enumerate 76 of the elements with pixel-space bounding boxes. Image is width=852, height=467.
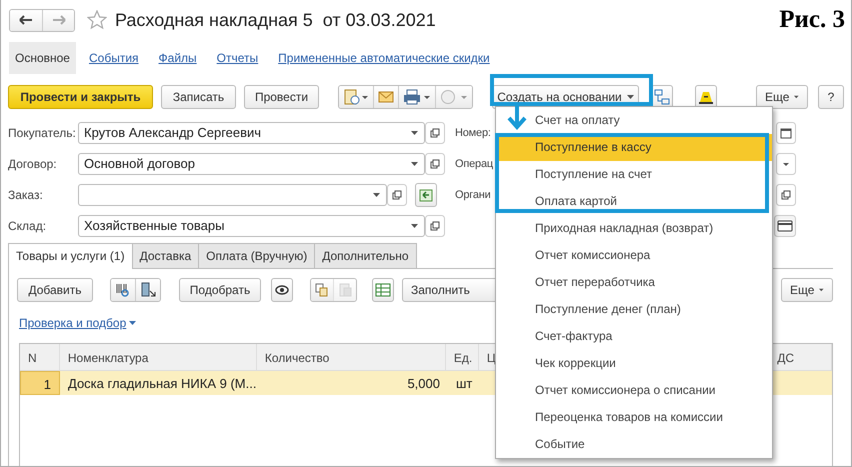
select-field[interactable] [78,184,387,206]
field-label: Заказ: [8,188,44,202]
menu-item[interactable]: Переоценка товаров на комиссии [496,404,772,431]
field-label: Договор: [8,156,58,170]
field-label: Склад: [8,218,48,232]
email-icon[interactable] [373,86,398,108]
eye-icon[interactable] [271,278,293,302]
menu-item[interactable]: Счет-фактура [496,323,772,350]
caret-icon[interactable] [411,162,418,166]
open-icon[interactable] [776,184,796,206]
tab[interactable]: Оплата (Вручную) [198,243,316,268]
select-field[interactable]: Основной договор [78,152,425,174]
select-field[interactable]: Хозяйственные товары [78,214,425,236]
back-arrow-icon [19,15,33,25]
section-tab[interactable]: Основное [9,42,76,74]
column-header[interactable]: Количество [256,344,446,370]
caret-icon [626,95,634,99]
caret-icon[interactable] [373,192,380,196]
table-cell-text: 5,000 [406,375,441,393]
field-label: Операц [455,158,493,170]
tab[interactable]: Доставка [132,243,200,268]
window-title: Расходная накладная 5 от 03.03.2021 [115,10,436,30]
field-label: Покупатель: [8,126,77,140]
back-button[interactable] [10,10,42,30]
section-tab[interactable]: Примененные автоматические скидки [275,42,493,74]
table-cell-text: шт [455,375,474,393]
open-icon[interactable] [425,214,445,236]
menu-item[interactable]: Оплата картой [496,188,772,215]
column-header[interactable]: N [20,344,60,370]
copy-icon[interactable] [311,279,333,301]
open-icon[interactable] [425,152,445,174]
help-button[interactable]: ? [818,85,844,109]
field-label: Номер: [455,126,491,138]
more-button[interactable]: Еще [756,85,808,109]
menu-item[interactable]: Событие [496,431,772,458]
section-tab[interactable]: Отчеты [214,42,262,74]
menu-item[interactable]: Счет на оплату [496,107,772,134]
menu-item[interactable]: Поступление на счет [496,161,772,188]
table-icon[interactable] [372,278,394,302]
save-button[interactable]: Записать [161,85,236,109]
down-arrow-icon [507,104,527,130]
pick-button[interactable]: Подобрать [179,278,261,302]
select-field[interactable]: Крутов Александр Сергеевич [78,122,425,144]
column-header[interactable]: Номенклатура [60,344,257,370]
table-cell-text: Доска гладильная НИКА 9 (М... [67,375,258,393]
document-dropdown-button[interactable] [339,86,373,108]
star-icon[interactable] [87,10,107,30]
post-and-close-button[interactable]: Провести и закрыть [8,85,153,109]
barcode-search-icon[interactable] [111,279,135,301]
figure-label: Рис. 3 [779,6,845,34]
post-button[interactable]: Провести [244,85,319,109]
calendar-icon[interactable] [776,122,796,144]
print-dropdown-button[interactable] [398,86,435,108]
table-cell: 1 [20,371,60,395]
fill-from-icon[interactable] [415,182,437,206]
menu-item[interactable]: Отчет комиссионера [496,242,772,269]
card-icon[interactable] [774,214,796,236]
column-header[interactable]: Ед. [446,344,479,370]
add-button[interactable]: Добавить [17,278,93,302]
section-tab[interactable]: Файлы [156,42,200,74]
section-tab[interactable]: События [86,42,142,74]
scanner-icon[interactable] [135,279,160,301]
caret-icon[interactable] [129,321,136,325]
tab[interactable]: Товары и услуги (1) [8,243,133,269]
open-icon[interactable] [425,122,445,144]
tab[interactable]: Дополнительно [314,243,417,268]
more-button[interactable]: Еще [781,278,833,302]
check-link[interactable]: Проверка и подбор [19,316,126,330]
caret-icon[interactable] [411,130,418,134]
caret-icon [819,288,824,292]
caret-icon [794,95,799,99]
open-icon[interactable] [387,184,407,206]
forward-arrow-icon [52,15,66,25]
caret-icon[interactable] [411,224,418,228]
field-label: Органи [455,188,491,200]
menu-item[interactable]: Приходная накладная (возврат) [496,215,772,242]
